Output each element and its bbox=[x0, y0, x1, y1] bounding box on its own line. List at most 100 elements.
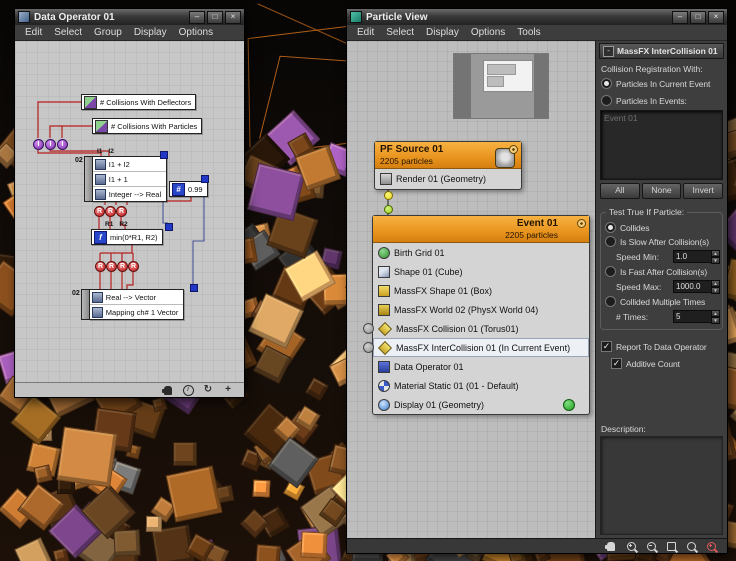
speed-min-field[interactable]: 1.0 bbox=[673, 250, 711, 263]
node-expression[interactable]: 02 I1 + I2 I1 + 1 Integer --> Real bbox=[75, 156, 168, 202]
enable-toggle-icon[interactable] bbox=[509, 145, 518, 154]
radio-icon[interactable] bbox=[605, 236, 616, 247]
real-connector[interactable]: R bbox=[94, 206, 105, 217]
event-input-connector[interactable] bbox=[384, 205, 393, 214]
events-listbox[interactable]: Event 01 bbox=[600, 110, 723, 180]
close-button[interactable]: × bbox=[708, 10, 724, 24]
speed-max-spinner[interactable]: 1000.0 ▲ ▼ bbox=[673, 280, 720, 294]
test-input-socket[interactable] bbox=[363, 323, 374, 334]
dataop-canvas[interactable]: # Collisions With Deflectors # Collision… bbox=[15, 41, 244, 382]
output-socket[interactable] bbox=[160, 151, 168, 159]
node-collisions-particles[interactable]: # Collisions With Particles bbox=[92, 118, 203, 134]
radio-particles-in-events[interactable]: Particles In Events: bbox=[601, 95, 722, 106]
spin-down-icon[interactable]: ▼ bbox=[711, 317, 720, 324]
description-box[interactable] bbox=[600, 436, 723, 535]
menu-group[interactable]: Group bbox=[88, 27, 128, 38]
pan-hand-icon[interactable] bbox=[162, 384, 174, 396]
node-collisions-deflectors[interactable]: # Collisions With Deflectors bbox=[81, 94, 197, 110]
event-row[interactable]: Birth Grid 01 bbox=[373, 243, 589, 262]
event-row-selected[interactable]: MassFX InterCollision 01 (In Current Eve… bbox=[373, 338, 589, 357]
invert-button[interactable]: Invert bbox=[683, 183, 724, 199]
update-icon[interactable]: ↻ bbox=[202, 384, 214, 396]
menu-edit[interactable]: Edit bbox=[351, 27, 380, 38]
expr-row[interactable]: Integer --> Real bbox=[93, 187, 166, 201]
menu-display[interactable]: Display bbox=[128, 27, 173, 38]
event-header[interactable]: Event 01 2205 particles bbox=[373, 216, 589, 243]
spin-down-icon[interactable]: ▼ bbox=[711, 257, 720, 264]
pan-hand-icon[interactable] bbox=[605, 540, 617, 552]
event-node[interactable]: Event 01 2205 particles Birth Grid 01 Sh… bbox=[372, 215, 590, 415]
maximize-button[interactable]: □ bbox=[207, 10, 223, 24]
rollout-header[interactable]: - MassFX InterCollision 01 bbox=[599, 43, 724, 59]
radio-collides[interactable]: Collides bbox=[605, 222, 718, 233]
minimize-button[interactable]: – bbox=[672, 10, 688, 24]
all-button[interactable]: All bbox=[600, 183, 640, 199]
zoom-out-icon[interactable] bbox=[645, 540, 657, 552]
checkbox-icon[interactable]: ✓ bbox=[601, 341, 612, 352]
times-field[interactable]: 5 bbox=[673, 310, 711, 323]
menu-options[interactable]: Options bbox=[465, 27, 511, 38]
radio-particles-current-event[interactable]: Particles In Current Event bbox=[601, 78, 722, 89]
real-connector[interactable]: R bbox=[117, 261, 128, 272]
minimize-button[interactable]: – bbox=[189, 10, 205, 24]
event-row[interactable]: MassFX Collision 01 (Torus01) bbox=[373, 319, 589, 338]
close-button[interactable]: × bbox=[225, 10, 241, 24]
event-row[interactable]: MassFX Shape 01 (Box) bbox=[373, 281, 589, 300]
info-icon[interactable]: i bbox=[182, 384, 194, 396]
vector-row[interactable]: Mapping ch# 1 Vector bbox=[90, 305, 184, 319]
real-connector[interactable]: R bbox=[106, 261, 117, 272]
particle-view-canvas[interactable]: PF Source 01 2205 particles Render 01 (G… bbox=[347, 41, 595, 538]
radio-icon[interactable] bbox=[601, 95, 612, 106]
menu-edit[interactable]: Edit bbox=[19, 27, 48, 38]
data-operator-titlebar[interactable]: Data Operator 01 – □ × bbox=[15, 9, 244, 25]
menu-display[interactable]: Display bbox=[420, 27, 465, 38]
spin-up-icon[interactable]: ▲ bbox=[711, 310, 720, 317]
menu-select[interactable]: Select bbox=[48, 27, 88, 38]
expr-row[interactable]: I1 + 1 bbox=[92, 172, 167, 187]
integer-connector[interactable]: I bbox=[33, 139, 44, 150]
zoom-icon[interactable] bbox=[625, 540, 637, 552]
event-row[interactable]: Data Operator 01 bbox=[373, 357, 589, 376]
output-socket[interactable] bbox=[190, 284, 198, 292]
maximize-button[interactable]: □ bbox=[690, 10, 706, 24]
integer-connector[interactable]: I bbox=[45, 139, 56, 150]
radio-icon[interactable] bbox=[601, 78, 612, 89]
pan-tool-icon[interactable]: + bbox=[222, 384, 234, 396]
pf-source-header[interactable]: PF Source 01 2205 particles bbox=[375, 142, 521, 169]
real-connector[interactable]: R bbox=[116, 206, 127, 217]
integer-connector[interactable]: I bbox=[57, 139, 68, 150]
event-row[interactable]: MassFX World 02 (PhysX World 04) bbox=[373, 300, 589, 319]
menu-options[interactable]: Options bbox=[173, 27, 219, 38]
render-row[interactable]: Render 01 (Geometry) bbox=[375, 169, 521, 189]
enable-toggle-icon[interactable] bbox=[577, 219, 586, 228]
radio-is-fast[interactable]: Is Fast After Collision(s) bbox=[605, 266, 718, 277]
node-min-expression[interactable]: f min(0*R1, R2) bbox=[91, 229, 163, 245]
zoom-extents-icon[interactable] bbox=[685, 540, 697, 552]
speed-min-spinner[interactable]: 1.0 ▲ ▼ bbox=[673, 250, 720, 264]
radio-is-slow[interactable]: Is Slow After Collision(s) bbox=[605, 236, 718, 247]
node-vector[interactable]: 02 Real --> Vector Mapping ch# 1 Vector bbox=[72, 289, 185, 320]
times-spinner[interactable]: 5 ▲ ▼ bbox=[673, 310, 720, 324]
display-color-swatch[interactable] bbox=[563, 398, 575, 411]
expr-row[interactable]: I1 + I2 bbox=[92, 157, 167, 172]
pf-source-node[interactable]: PF Source 01 2205 particles Render 01 (G… bbox=[374, 141, 522, 190]
radio-icon[interactable] bbox=[605, 296, 616, 307]
speed-max-field[interactable]: 1000.0 bbox=[673, 280, 711, 293]
menu-tools[interactable]: Tools bbox=[511, 27, 546, 38]
events-list-item[interactable]: Event 01 bbox=[604, 113, 719, 123]
real-connector[interactable]: R bbox=[95, 261, 106, 272]
radio-icon[interactable] bbox=[605, 222, 616, 233]
node-constant[interactable]: # 0.99 bbox=[169, 181, 208, 197]
output-socket[interactable] bbox=[165, 223, 173, 231]
event-row[interactable]: Display 01 (Geometry) bbox=[373, 395, 589, 414]
zoom-region-icon[interactable] bbox=[665, 540, 677, 552]
additive-count-checkbox[interactable]: ✓ Additive Count bbox=[611, 358, 722, 369]
menu-select[interactable]: Select bbox=[380, 27, 420, 38]
test-input-socket[interactable] bbox=[363, 342, 374, 353]
particle-view-titlebar[interactable]: Particle View – □ × bbox=[347, 9, 727, 25]
spin-down-icon[interactable]: ▼ bbox=[711, 287, 720, 294]
spin-up-icon[interactable]: ▲ bbox=[711, 250, 720, 257]
real-connector[interactable]: R bbox=[128, 261, 139, 272]
event-row[interactable]: Material Static 01 (01 - Default) bbox=[373, 376, 589, 395]
spin-up-icon[interactable]: ▲ bbox=[711, 280, 720, 287]
